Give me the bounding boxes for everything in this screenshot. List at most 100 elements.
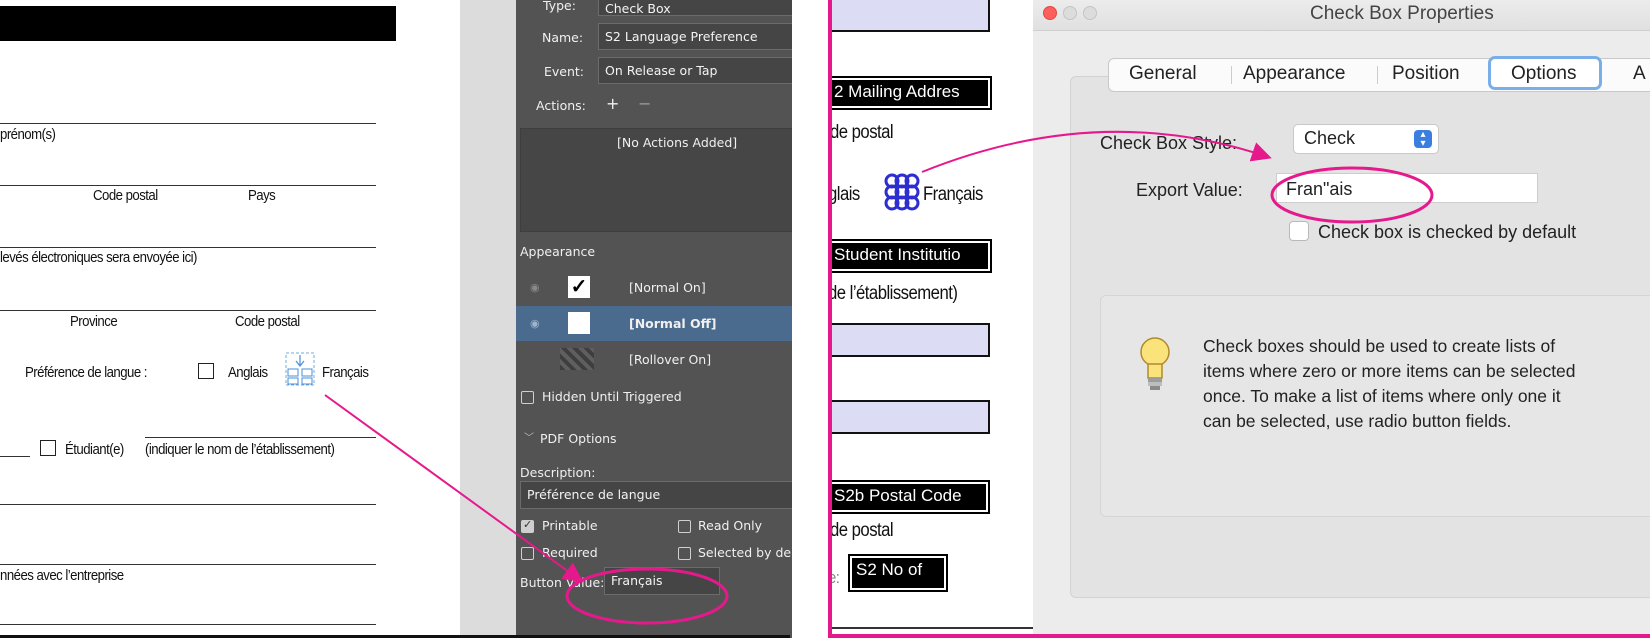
lightbulb-icon: [1138, 335, 1172, 393]
checkbox-francais-icon[interactable]: [883, 173, 921, 211]
label-annees: nnées avec l’entreprise: [0, 567, 124, 584]
appearance-row-normal-on[interactable]: ◉ ✓ [Normal On]: [516, 270, 792, 305]
checkbox-francais-selected[interactable]: [285, 352, 315, 386]
tab-appearance[interactable]: Appearance: [1243, 63, 1345, 85]
check-box-properties-dialog: Check Box Properties General Appearance …: [1033, 0, 1650, 638]
eye-icon[interactable]: ◉: [530, 281, 540, 294]
read-only-label: Read Only: [698, 518, 763, 533]
tab-general[interactable]: General: [1129, 63, 1197, 85]
info-text-line: items where zero or more items can be se…: [1203, 361, 1576, 381]
form-document: prénom(s) Code postal Pays levés électro…: [0, 0, 460, 638]
label-francais: Français: [322, 364, 369, 381]
zoom-icon[interactable]: [1083, 6, 1097, 20]
label-etablissement: (indiquer le nom de l’établissement): [145, 441, 335, 458]
form-line: [0, 185, 376, 186]
minimize-icon[interactable]: [1063, 6, 1077, 20]
form-line: [0, 310, 376, 311]
read-only-checkbox[interactable]: [678, 520, 691, 533]
form-line: [0, 247, 376, 248]
field-mailing-address[interactable]: 2 Mailing Addres: [828, 76, 992, 110]
close-icon[interactable]: [1043, 6, 1057, 20]
info-text-line: can be selected, use radio button fields…: [1203, 411, 1512, 431]
export-value-field[interactable]: Fran"ais: [1276, 173, 1538, 203]
no-actions-text: [No Actions Added]: [617, 135, 738, 150]
label-glais: glais: [828, 184, 860, 205]
info-text-line: Check boxes should be used to create lis…: [1203, 336, 1556, 356]
default-checkbox-label: Check box is checked by default: [1318, 222, 1577, 242]
export-label: Export Value:: [1136, 180, 1243, 200]
label-pref-langue: Préférence de langue :: [25, 364, 147, 381]
appearance-row-rollover-on[interactable]: [Rollover On]: [516, 342, 792, 377]
label-province: Province: [70, 313, 118, 330]
tab-actions[interactable]: A: [1633, 63, 1646, 85]
printable-checkbox[interactable]: ✓: [521, 519, 534, 533]
chevron-down-icon[interactable]: ﹀: [524, 429, 534, 444]
label-de-postal: de postal: [830, 122, 894, 143]
type-label: Type:: [543, 0, 576, 13]
checked-box-icon: ✓: [568, 276, 590, 298]
appearance-state-label: [Normal Off]: [629, 316, 717, 331]
label-francais: Français: [923, 184, 983, 205]
required-label: Required: [542, 545, 598, 560]
label-e: e:: [828, 568, 840, 587]
appearance-state-label: [Normal On]: [629, 280, 706, 295]
appearance-title: Appearance: [520, 244, 596, 259]
description-label: Description:: [520, 465, 596, 480]
form-field[interactable]: [828, 400, 990, 434]
remove-action-button[interactable]: −: [638, 94, 651, 113]
style-select[interactable]: Check ▴ ▾: [1293, 124, 1439, 154]
label-etudiant: Étudiant(e): [65, 441, 124, 458]
tab-separator: [1377, 66, 1378, 84]
type-select[interactable]: Check Box: [598, 0, 792, 16]
printable-label: Printable: [542, 518, 598, 533]
actions-label: Actions:: [536, 98, 586, 113]
eye-icon[interactable]: ◉: [530, 317, 540, 330]
add-action-button[interactable]: +: [606, 94, 619, 113]
bottom-rule: [828, 627, 1033, 629]
label-anglais: Anglais: [228, 364, 268, 381]
hidden-label: Hidden Until Triggered: [542, 389, 682, 404]
dialog-title: Check Box Properties: [1310, 3, 1494, 24]
tab-options[interactable]: Options: [1511, 63, 1576, 85]
default-checkbox[interactable]: [1289, 221, 1309, 241]
pdf-options-toggle[interactable]: PDF Options: [540, 431, 617, 446]
name-field[interactable]: S2 Language Preference: [598, 23, 792, 50]
form-line: [0, 123, 376, 124]
field-postal-code-2b[interactable]: S2b Postal Code: [828, 480, 990, 514]
info-text-line: once. To make a list of items where only…: [1203, 386, 1561, 406]
label-releves: levés électroniques sera envoyée ici): [0, 249, 197, 266]
stepper-icon: ▴ ▾: [1414, 130, 1432, 149]
tab-position[interactable]: Position: [1392, 63, 1460, 85]
field-no-of[interactable]: S2 No of: [848, 554, 948, 592]
event-select[interactable]: On Release or Tap: [598, 57, 792, 84]
checkbox-anglais[interactable]: [198, 363, 214, 379]
form-line: [145, 437, 376, 438]
style-label: Check Box Style:: [1100, 133, 1238, 153]
actions-list[interactable]: [No Actions Added]: [520, 128, 792, 232]
style-select-value: Check: [1304, 128, 1356, 148]
empty-box-icon: [568, 312, 590, 334]
selection-frame-icon: [285, 352, 315, 386]
hidden-checkbox[interactable]: [521, 391, 534, 404]
form-field[interactable]: [828, 323, 990, 357]
tab-separator: [1231, 66, 1232, 84]
pdf-document-preview: 2 Mailing Addres de postal glais Françai…: [828, 0, 1033, 638]
form-line: [0, 504, 376, 505]
selected-by-default-checkbox[interactable]: [678, 547, 691, 560]
label-de-postal-2: de postal: [830, 520, 894, 541]
field-student-institution[interactable]: Student Institutio: [828, 239, 992, 273]
form-field[interactable]: [828, 0, 990, 32]
selected-by-default-label: Selected by de: [698, 545, 792, 560]
appearance-row-normal-off[interactable]: ◉ [Normal Off]: [516, 306, 792, 341]
description-field[interactable]: Préférence de langue: [520, 481, 792, 509]
checkbox-etudiant[interactable]: [40, 440, 56, 456]
required-checkbox[interactable]: [521, 547, 534, 560]
label-prenom: prénom(s): [0, 126, 56, 143]
panel-body: Type: Check Box Name: S2 Language Prefer…: [516, 0, 792, 638]
event-label: Event:: [544, 64, 585, 79]
form-line: [0, 564, 376, 565]
label-code-postal-2: Code postal: [235, 313, 300, 330]
export-value-text: Fran"ais: [1286, 179, 1353, 199]
label-pays: Pays: [248, 187, 276, 204]
button-value-field[interactable]: Français: [604, 567, 720, 595]
